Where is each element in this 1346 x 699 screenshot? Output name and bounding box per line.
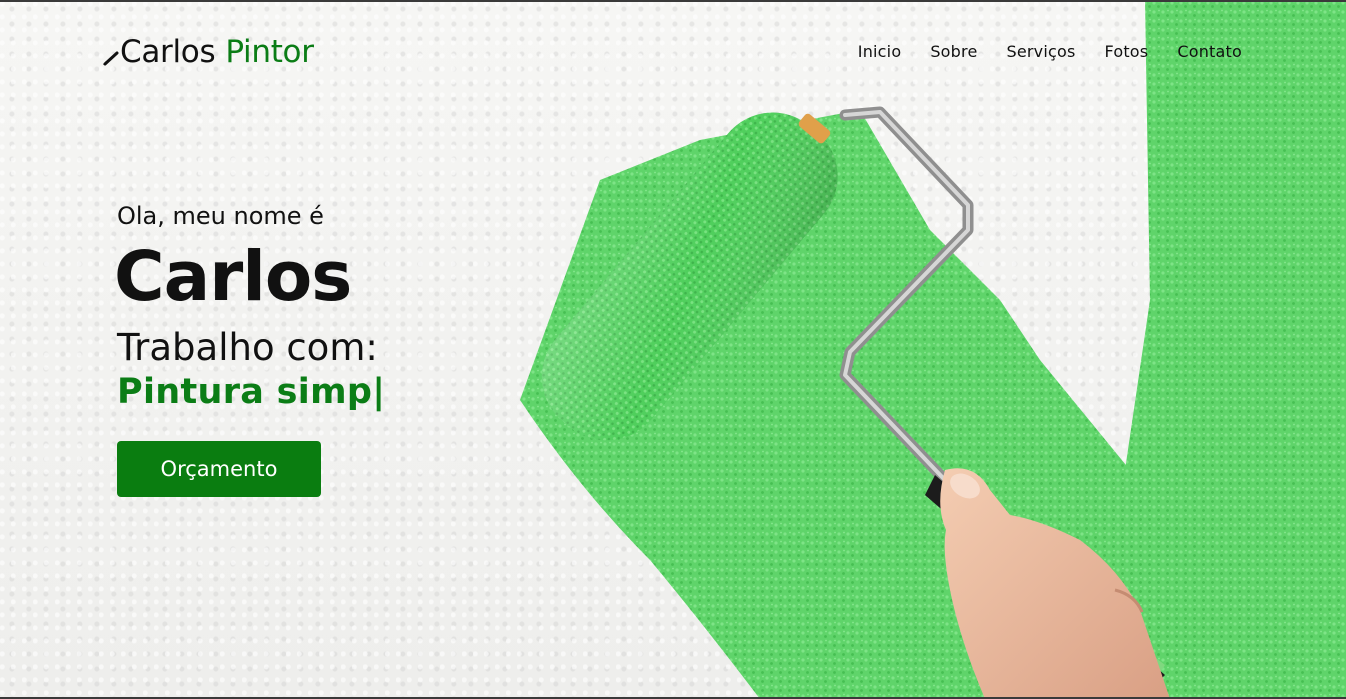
hero-name: Carlos [114, 237, 352, 317]
logo-second-word: Pintor [225, 34, 314, 70]
nav-link-contato[interactable]: Contato [1177, 42, 1242, 61]
nav-link-servicos[interactable]: Serviços [1007, 42, 1076, 61]
site-logo[interactable]: Carlos Pintor [102, 34, 314, 70]
hero-works-label: Trabalho com: [117, 326, 378, 369]
hero-typed-text: Pintura simp| [117, 372, 386, 412]
hero-intro: Ola, meu nome é [117, 202, 324, 230]
logo-first-word: Carlos [120, 34, 216, 70]
quote-button[interactable]: Orçamento [117, 441, 321, 497]
paint-brush-icon [102, 37, 120, 67]
nav-link-inicio[interactable]: Inicio [858, 42, 902, 61]
main-nav: Inicio Sobre Serviços Fotos Contato [858, 42, 1242, 61]
nav-link-fotos[interactable]: Fotos [1105, 42, 1149, 61]
nav-link-sobre[interactable]: Sobre [930, 42, 977, 61]
top-border [0, 0, 1346, 2]
